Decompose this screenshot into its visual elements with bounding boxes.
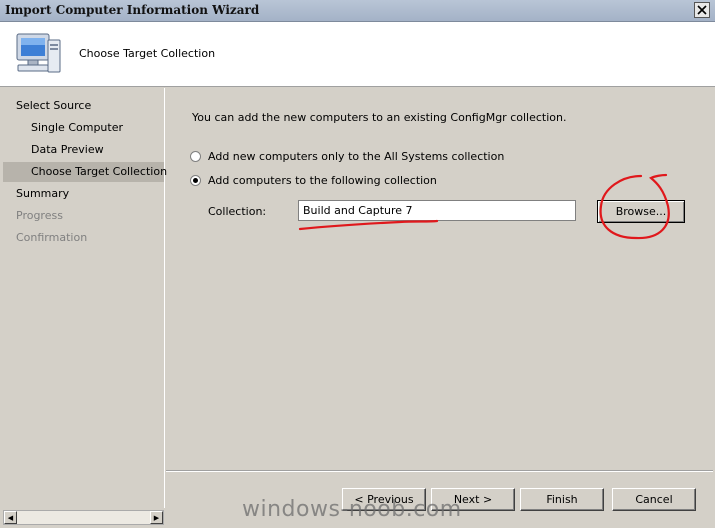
nav-item-confirmation: Confirmation bbox=[16, 231, 88, 244]
underline-annotation bbox=[298, 219, 439, 231]
nav-item-single-computer[interactable]: Single Computer bbox=[3, 118, 164, 138]
radio-button-checked[interactable] bbox=[190, 175, 201, 186]
window-title: Import Computer Information Wizard bbox=[5, 3, 260, 17]
option-all-systems[interactable]: Add new computers only to the All System… bbox=[190, 150, 504, 163]
option-following-collection[interactable]: Add computers to the following collectio… bbox=[190, 174, 437, 187]
collection-field[interactable]: Build and Capture 7 bbox=[298, 200, 576, 221]
footer-divider bbox=[166, 470, 713, 472]
arrow-right-icon: ▶ bbox=[153, 513, 160, 522]
finish-button[interactable]: Finish bbox=[520, 488, 604, 511]
nav-item-progress: Progress bbox=[16, 209, 63, 222]
nav-item-summary[interactable]: Summary bbox=[3, 184, 164, 204]
scroll-left-button[interactable]: ◀ bbox=[4, 511, 17, 524]
title-bar: Import Computer Information Wizard bbox=[0, 0, 715, 22]
browse-button[interactable]: Browse... bbox=[597, 200, 685, 223]
scroll-right-button[interactable]: ▶ bbox=[150, 511, 163, 524]
close-button[interactable] bbox=[694, 2, 710, 18]
radio-button[interactable] bbox=[190, 151, 201, 162]
arrow-left-icon: ◀ bbox=[7, 513, 14, 522]
close-icon bbox=[697, 5, 707, 15]
nav-horizontal-scrollbar[interactable]: ◀ ▶ bbox=[3, 510, 164, 525]
option-following-collection-label: Add computers to the following collectio… bbox=[208, 174, 437, 187]
option-all-systems-label: Add new computers only to the All System… bbox=[208, 150, 505, 163]
nav-item-choose-target-collection[interactable]: Choose Target Collection bbox=[3, 162, 167, 182]
watermark: windows-noob.com bbox=[242, 497, 462, 522]
collection-label: Collection: bbox=[208, 205, 267, 218]
intro-text: You can add the new computers to an exis… bbox=[192, 111, 567, 124]
nav-item-select-source[interactable]: Select Source bbox=[3, 96, 164, 116]
page-title: Choose Target Collection bbox=[79, 47, 216, 60]
cancel-button[interactable]: Cancel bbox=[612, 488, 696, 511]
wizard-steps-pane: Select Source Single Computer Data Previ… bbox=[3, 88, 167, 508]
wizard-header: Choose Target Collection bbox=[0, 22, 715, 87]
nav-item-data-preview[interactable]: Data Preview bbox=[3, 140, 164, 160]
computer-icon bbox=[16, 33, 61, 73]
